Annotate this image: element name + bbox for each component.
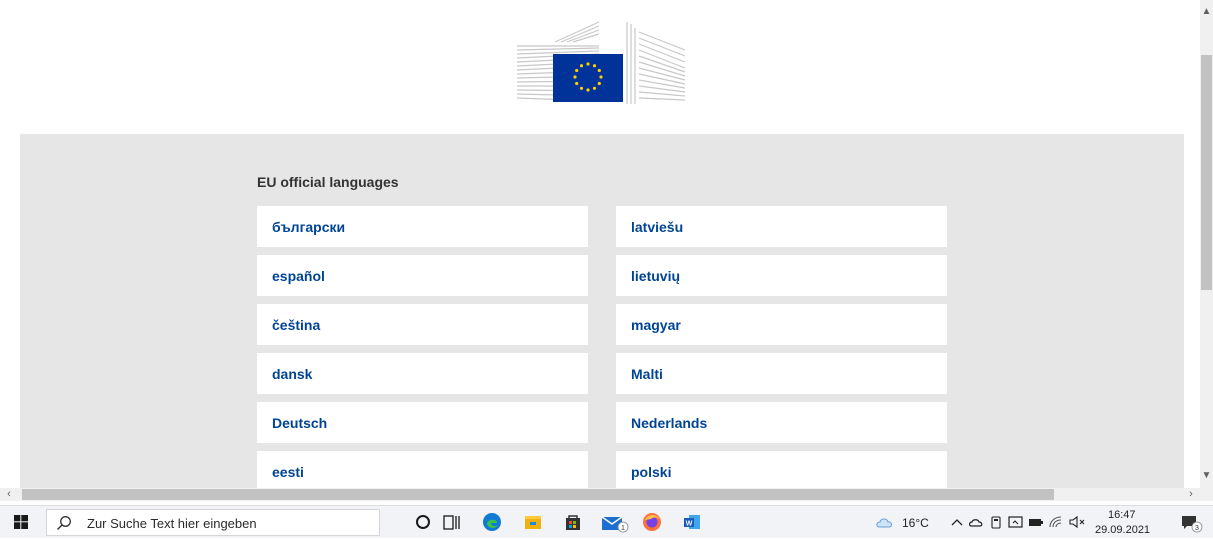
notification-badge: 3: [1195, 525, 1199, 532]
search-icon: [57, 516, 71, 530]
scrollbar-corner: [1200, 488, 1213, 501]
battery-icon[interactable]: [1027, 511, 1045, 533]
language-link-nl[interactable]: Nederlands: [616, 402, 947, 443]
clock-date[interactable]: 29.09.2021: [1095, 524, 1150, 536]
language-link-da[interactable]: dansk: [257, 353, 588, 394]
store-icon[interactable]: [562, 511, 584, 533]
weather-icon[interactable]: [874, 511, 896, 533]
language-panel: EU official languages български español …: [20, 134, 1184, 488]
task-view-icon[interactable]: [441, 511, 463, 533]
language-link-cs[interactable]: čeština: [257, 304, 588, 345]
weather-temperature[interactable]: 16°C: [902, 516, 929, 530]
mail-icon[interactable]: 1: [600, 511, 630, 533]
language-link-lt[interactable]: lietuvių: [616, 255, 947, 296]
meet-icon[interactable]: [1006, 511, 1026, 533]
browser-viewport: EU official languages български español …: [0, 0, 1200, 488]
onedrive-icon[interactable]: [968, 511, 986, 533]
windows-start-icon[interactable]: [14, 515, 28, 529]
edge-icon[interactable]: [481, 511, 503, 533]
european-commission-logo[interactable]: [515, 20, 687, 104]
language-link-mt[interactable]: Malti: [616, 353, 947, 394]
horizontal-scrollbar[interactable]: ‹ ›: [0, 488, 1200, 501]
cortana-icon[interactable]: [412, 511, 434, 533]
taskbar-search-box[interactable]: Zur Suche Text hier eingeben: [46, 509, 380, 536]
volume-icon[interactable]: [1067, 511, 1087, 533]
system-tray: 16°C 16:47 29.09.2021 3: [870, 506, 1213, 539]
mail-badge: 1: [621, 525, 625, 532]
vertical-scrollbar[interactable]: ▲ ▼: [1200, 0, 1213, 488]
file-explorer-icon[interactable]: [522, 511, 544, 533]
svg-text:W: W: [686, 521, 693, 528]
language-link-et[interactable]: eesti: [257, 451, 588, 488]
language-link-hu[interactable]: magyar: [616, 304, 947, 345]
usb-icon[interactable]: [988, 511, 1004, 533]
clock-time[interactable]: 16:47: [1108, 509, 1136, 521]
scroll-down-arrow-icon[interactable]: ▼: [1200, 470, 1213, 482]
chevron-up-icon[interactable]: [950, 511, 964, 533]
firefox-icon[interactable]: [641, 511, 663, 533]
languages-heading: EU official languages: [257, 174, 399, 190]
language-column-right: latviešu lietuvių magyar Malti Nederland…: [616, 206, 947, 488]
wifi-icon[interactable]: [1047, 511, 1065, 533]
language-link-lv[interactable]: latviešu: [616, 206, 947, 247]
word-icon[interactable]: W: [681, 511, 703, 533]
language-column-left: български español čeština dansk Deutsch …: [257, 206, 588, 488]
language-link-es[interactable]: español: [257, 255, 588, 296]
notification-icon[interactable]: 3: [1178, 511, 1204, 533]
search-placeholder: Zur Suche Text hier eingeben: [87, 516, 257, 531]
taskbar: Zur Suche Text hier eingeben 1 W 16°C 16…: [0, 505, 1213, 538]
scroll-left-arrow-icon[interactable]: ‹: [3, 488, 15, 501]
language-link-de[interactable]: Deutsch: [257, 402, 588, 443]
language-link-pl[interactable]: polski: [616, 451, 947, 488]
horizontal-scroll-thumb[interactable]: [22, 489, 1054, 500]
language-link-bg[interactable]: български: [257, 206, 588, 247]
vertical-scroll-thumb[interactable]: [1201, 55, 1212, 290]
scroll-right-arrow-icon[interactable]: ›: [1185, 488, 1197, 501]
scroll-up-arrow-icon[interactable]: ▲: [1200, 6, 1213, 18]
